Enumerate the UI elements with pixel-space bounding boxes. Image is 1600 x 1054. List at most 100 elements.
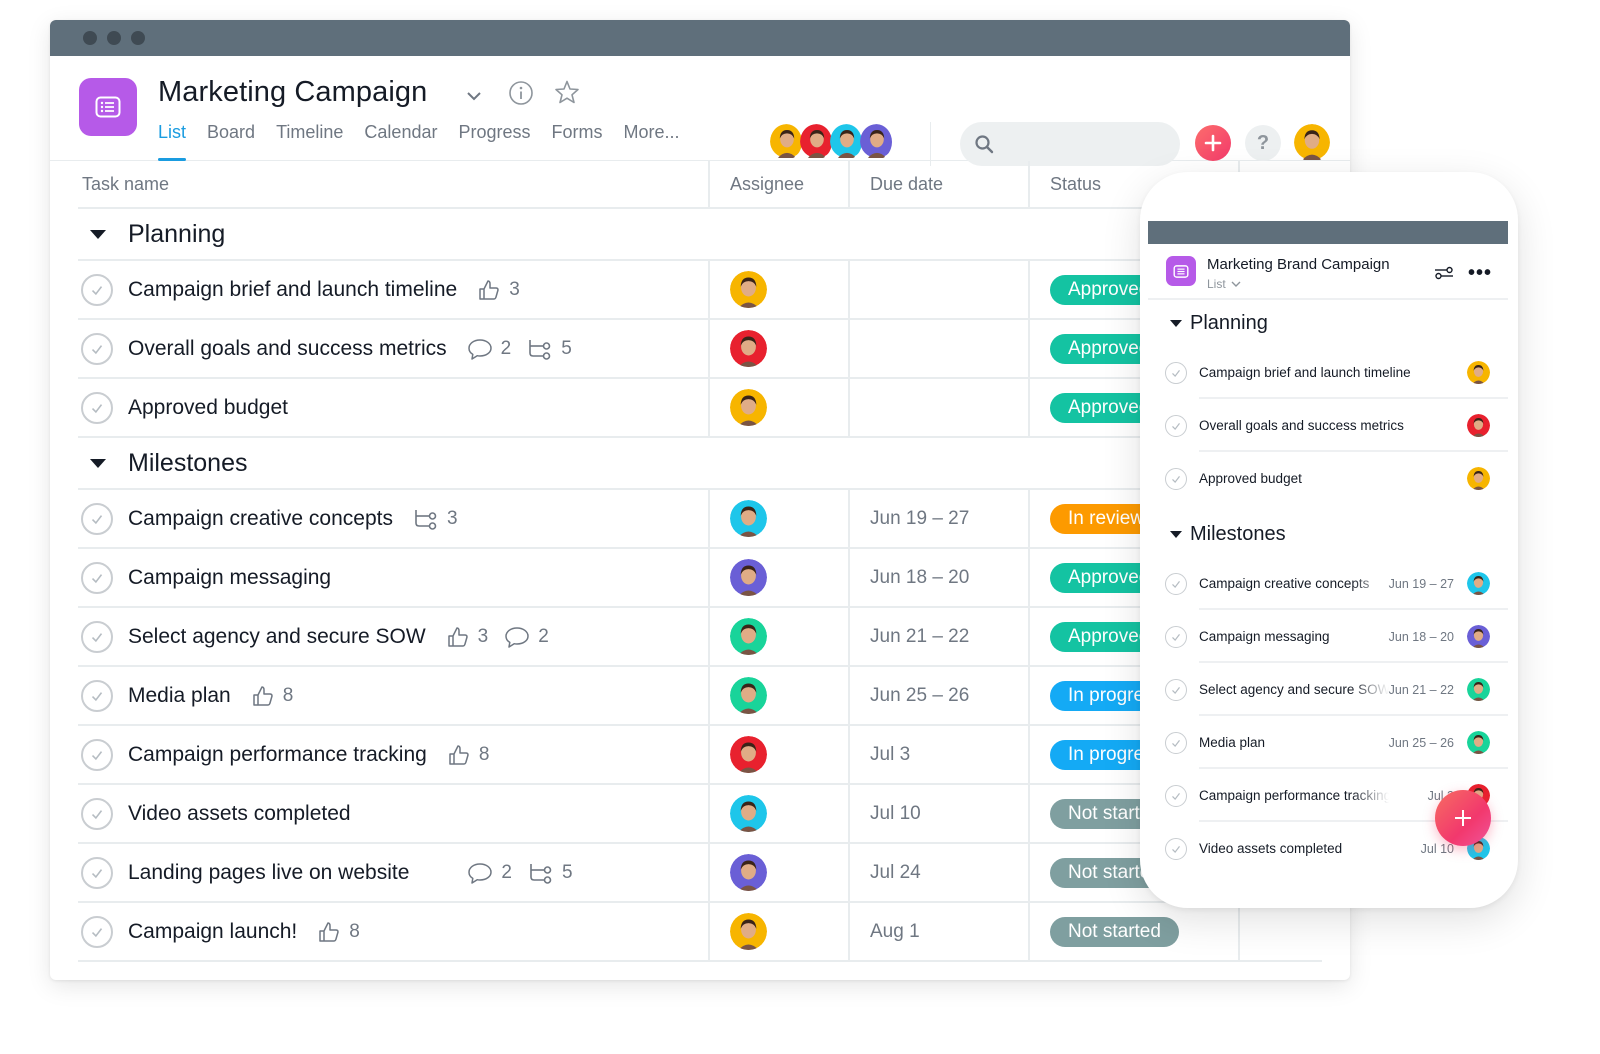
task-row[interactable]: Select agency and secure SOW 3 2 Jun 21 – 2… bbox=[78, 608, 1322, 667]
task-row[interactable]: Approved budget Approved bbox=[78, 379, 1322, 438]
task-row[interactable]: Campaign performance tracking 8 Jul 3 In pr… bbox=[78, 726, 1322, 785]
task-name[interactable]: Video assets completed bbox=[128, 802, 351, 826]
task-row[interactable]: Campaign messaging Jun 18 – 20 Approved bbox=[78, 549, 1322, 608]
caret-down-icon[interactable] bbox=[90, 229, 106, 239]
subtasks-count[interactable]: 5 bbox=[527, 338, 572, 360]
assignee-cell[interactable] bbox=[708, 379, 848, 436]
task-row[interactable]: Campaign brief and launch timeline 3 Appro… bbox=[78, 261, 1322, 320]
assignee-cell[interactable] bbox=[708, 726, 848, 783]
window-close-dot[interactable] bbox=[83, 31, 97, 45]
column-header-assignee[interactable]: Assignee bbox=[708, 161, 848, 207]
assignee-avatar[interactable] bbox=[730, 500, 767, 537]
section-header[interactable]: Planning bbox=[78, 209, 1322, 261]
complete-checkbox[interactable] bbox=[81, 273, 113, 306]
caret-down-icon[interactable] bbox=[1170, 531, 1182, 538]
mobile-section-header[interactable]: Milestones bbox=[1170, 523, 1286, 546]
comments-count[interactable]: 2 bbox=[467, 337, 511, 361]
column-header-due-date[interactable]: Due date bbox=[848, 161, 1028, 207]
mobile-assignee-avatar[interactable] bbox=[1467, 414, 1490, 437]
mobile-assignee-avatar[interactable] bbox=[1467, 731, 1490, 754]
task-row[interactable]: Video assets completed Jul 10 Not started bbox=[78, 785, 1322, 844]
complete-checkbox[interactable] bbox=[81, 620, 113, 653]
task-row[interactable]: Campaign creative concepts 3 Jun 19 – 27 In… bbox=[78, 490, 1322, 549]
complete-checkbox[interactable] bbox=[81, 797, 113, 830]
complete-checkbox[interactable] bbox=[81, 738, 113, 771]
mobile-assignee-avatar[interactable] bbox=[1467, 678, 1490, 701]
assignee-cell[interactable] bbox=[708, 844, 848, 901]
mobile-task-row[interactable]: Campaign creative concepts Jun 19 – 27 bbox=[1165, 557, 1508, 610]
comments-count[interactable]: 2 bbox=[467, 861, 512, 885]
comments-count[interactable]: 2 bbox=[504, 625, 549, 649]
complete-checkbox[interactable] bbox=[81, 332, 113, 365]
assignee-avatar[interactable] bbox=[730, 389, 767, 426]
due-date-cell[interactable]: Jun 21 – 22 bbox=[848, 608, 1028, 665]
likes-count[interactable]: 3 bbox=[446, 625, 488, 649]
due-date-cell[interactable] bbox=[848, 261, 1028, 318]
mobile-task-row[interactable]: Select agency and secure SOW Jun 21 – 22 bbox=[1165, 663, 1508, 716]
assignee-avatar[interactable] bbox=[730, 795, 767, 832]
mobile-task-row[interactable]: Campaign brief and launch timeline bbox=[1165, 346, 1508, 399]
task-name[interactable]: Overall goals and success metrics bbox=[128, 337, 447, 361]
task-name[interactable]: Landing pages live on website bbox=[128, 861, 409, 885]
task-name[interactable]: Campaign creative concepts bbox=[128, 507, 393, 531]
more-options-icon[interactable]: ••• bbox=[1468, 262, 1492, 285]
likes-count[interactable]: 8 bbox=[251, 684, 293, 708]
due-date-cell[interactable]: Jun 25 – 26 bbox=[848, 667, 1028, 724]
tab-timeline[interactable]: Timeline bbox=[276, 122, 343, 161]
mobile-add-task-button[interactable] bbox=[1435, 790, 1491, 846]
assignee-avatar[interactable] bbox=[730, 677, 767, 714]
window-minimize-dot[interactable] bbox=[107, 31, 121, 45]
task-name[interactable]: Approved budget bbox=[128, 396, 288, 420]
complete-checkbox[interactable] bbox=[1165, 361, 1187, 384]
task-row[interactable]: Overall goals and success metrics 2 5 Appro… bbox=[78, 320, 1322, 379]
complete-checkbox[interactable] bbox=[81, 502, 113, 535]
assignee-cell[interactable] bbox=[708, 261, 848, 318]
subtasks-count[interactable]: 5 bbox=[528, 862, 573, 884]
member-avatar[interactable] bbox=[770, 124, 802, 160]
complete-checkbox[interactable] bbox=[1165, 625, 1187, 648]
mobile-assignee-avatar[interactable] bbox=[1467, 572, 1490, 595]
due-date-cell[interactable]: Jul 24 bbox=[848, 844, 1028, 901]
tab-board[interactable]: Board bbox=[207, 122, 255, 161]
mobile-assignee-avatar[interactable] bbox=[1467, 467, 1490, 490]
mobile-project-list-icon[interactable] bbox=[1166, 256, 1196, 286]
assignee-avatar[interactable] bbox=[730, 854, 767, 891]
complete-checkbox[interactable] bbox=[1165, 572, 1187, 595]
assignee-avatar[interactable] bbox=[730, 271, 767, 308]
task-row[interactable]: Campaign launch! 8 Aug 1 Not started bbox=[78, 903, 1322, 962]
due-date-cell[interactable]: Jun 19 – 27 bbox=[848, 490, 1028, 547]
section-header[interactable]: Milestones bbox=[78, 438, 1322, 490]
assignee-avatar[interactable] bbox=[730, 913, 767, 950]
tab-forms[interactable]: Forms bbox=[552, 122, 603, 161]
assignee-cell[interactable] bbox=[708, 549, 848, 606]
complete-checkbox[interactable] bbox=[81, 915, 113, 948]
assignee-cell[interactable] bbox=[708, 903, 848, 960]
tab-list[interactable]: List bbox=[158, 122, 187, 161]
filter-icon[interactable] bbox=[1434, 266, 1454, 280]
assignee-cell[interactable] bbox=[708, 320, 848, 377]
assignee-cell[interactable] bbox=[708, 785, 848, 842]
complete-checkbox[interactable] bbox=[1165, 837, 1187, 860]
task-name[interactable]: Campaign performance tracking bbox=[128, 743, 427, 767]
assignee-avatar[interactable] bbox=[730, 330, 767, 367]
mobile-section-header[interactable]: Planning bbox=[1170, 312, 1268, 335]
subtasks-count[interactable]: 3 bbox=[413, 508, 458, 530]
mobile-task-row[interactable]: Overall goals and success metrics bbox=[1165, 399, 1508, 452]
tab-calendar[interactable]: Calendar bbox=[364, 122, 437, 161]
mobile-task-row[interactable]: Campaign messaging Jun 18 – 20 bbox=[1165, 610, 1508, 663]
complete-checkbox[interactable] bbox=[1165, 731, 1187, 754]
likes-count[interactable]: 8 bbox=[317, 920, 360, 944]
complete-checkbox[interactable] bbox=[81, 561, 113, 594]
assignee-cell[interactable] bbox=[708, 490, 848, 547]
due-date-cell[interactable]: Jul 10 bbox=[848, 785, 1028, 842]
due-date-cell[interactable]: Jun 18 – 20 bbox=[848, 549, 1028, 606]
complete-checkbox[interactable] bbox=[81, 856, 113, 889]
window-maximize-dot[interactable] bbox=[131, 31, 145, 45]
task-name[interactable]: Campaign messaging bbox=[128, 566, 331, 590]
member-avatar[interactable] bbox=[800, 124, 832, 160]
due-date-cell[interactable] bbox=[848, 379, 1028, 436]
due-date-cell[interactable] bbox=[848, 320, 1028, 377]
complete-checkbox[interactable] bbox=[1165, 678, 1187, 701]
assignee-avatar[interactable] bbox=[730, 736, 767, 773]
complete-checkbox[interactable] bbox=[1165, 414, 1187, 437]
